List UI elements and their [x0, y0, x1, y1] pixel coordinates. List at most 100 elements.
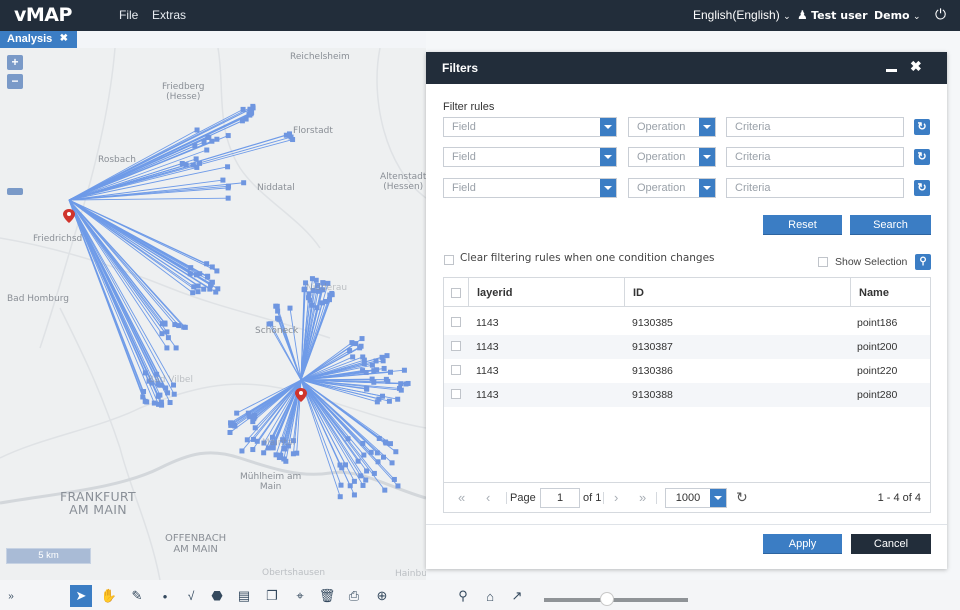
point-feature — [197, 160, 203, 166]
clear-rules-checkbox[interactable] — [444, 255, 454, 265]
dropdown-arrow-icon — [710, 489, 726, 507]
point-feature — [190, 290, 196, 296]
row-checkbox[interactable] — [451, 341, 461, 351]
zoom-slider-track[interactable] — [544, 598, 688, 602]
zoom-to-selection-icon[interactable]: ⚲ — [915, 254, 931, 270]
power-icon[interactable]: ⏻ — [935, 6, 946, 23]
field-select[interactable]: Field — [443, 178, 617, 198]
point-feature — [347, 483, 353, 489]
point-feature — [360, 440, 366, 446]
share-export-icon[interactable]: ↗ — [506, 585, 528, 607]
operation-select[interactable]: Operation — [628, 178, 716, 198]
show-selection-checkbox[interactable] — [818, 257, 828, 267]
cell-name: point220 — [857, 365, 898, 377]
dropdown-arrow-icon — [600, 179, 616, 197]
select-tool-icon[interactable]: ➤ — [70, 585, 92, 607]
first-page-icon[interactable]: « — [458, 490, 465, 505]
row-checkbox[interactable] — [451, 389, 461, 399]
zoom-in-button[interactable]: + — [7, 55, 23, 70]
user-menu[interactable]: ♟ Test user — [797, 8, 868, 22]
cell-layerid: 1143 — [476, 341, 499, 353]
field-select[interactable]: Field — [443, 117, 617, 137]
menu-file[interactable]: File — [119, 8, 138, 22]
point-feature — [290, 137, 296, 143]
record-summary: 1 - 4 of 4 — [877, 492, 921, 504]
pan-hand-icon[interactable]: ✋ — [98, 585, 120, 607]
point-feature — [375, 459, 381, 465]
zoom-level-handle[interactable] — [7, 188, 23, 195]
table-row[interactable]: 1143 9130387 point200 — [444, 335, 930, 359]
field-select[interactable]: Field — [443, 147, 617, 167]
home-icon[interactable]: ⌂ — [479, 585, 501, 607]
map-canvas[interactable]: Reichelsheim Friedberg (Hesse) Florstadt… — [0, 48, 426, 580]
point-feature — [358, 473, 364, 479]
point-feature — [273, 452, 279, 458]
table-row[interactable]: 1143 9130388 point280 — [444, 383, 930, 407]
point-feature — [209, 264, 215, 270]
point-feature — [204, 261, 210, 267]
draw-line-icon[interactable]: √ — [180, 585, 202, 607]
cancel-button[interactable]: Cancel — [851, 534, 931, 554]
reset-button[interactable]: Reset — [763, 215, 842, 235]
select-all-cell — [444, 278, 469, 307]
point-feature — [381, 365, 387, 371]
workspace-selector[interactable]: Demo ⌄ — [874, 8, 921, 22]
page-number-input[interactable]: 1 — [540, 488, 580, 508]
table-row[interactable]: 1143 9130385 point186 — [444, 311, 930, 335]
divider — [656, 492, 657, 504]
eraser-icon[interactable]: ✎ — [126, 585, 148, 607]
prev-page-icon[interactable]: ‹ — [486, 490, 490, 505]
column-header-id[interactable]: ID — [625, 278, 851, 307]
delete-trash-icon[interactable]: 🗑 — [316, 585, 338, 607]
close-tab-icon[interactable]: ✖ — [60, 33, 68, 44]
row-checkbox[interactable] — [451, 365, 461, 375]
copy-layer-icon[interactable]: ❐ — [261, 585, 283, 607]
point-feature — [369, 376, 375, 382]
print-icon[interactable]: ⎙ — [343, 585, 365, 607]
map-pin-icon[interactable]: ⌖ — [289, 585, 311, 607]
field-placeholder: Field — [452, 151, 476, 163]
point-feature — [379, 393, 385, 399]
minimize-icon[interactable] — [886, 60, 898, 74]
point-feature — [383, 376, 389, 382]
select-all-checkbox[interactable] — [451, 288, 461, 298]
point-feature — [165, 390, 171, 396]
operation-select[interactable]: Operation — [628, 147, 716, 167]
collapse-toolbar-icon[interactable]: » — [0, 585, 22, 607]
zoom-out-button[interactable]: − — [7, 74, 23, 89]
point-feature — [195, 283, 201, 289]
row-checkbox[interactable] — [451, 317, 461, 327]
zoom-magnifier-icon[interactable]: ⊕ — [371, 585, 393, 607]
reset-rule-icon[interactable]: ↻ — [914, 149, 930, 165]
marker-friedrichsdorf[interactable] — [63, 209, 75, 223]
close-icon[interactable]: ✖ — [910, 58, 922, 75]
column-header-name[interactable]: Name — [851, 278, 930, 307]
measure-ruler-icon[interactable]: ▤ — [233, 585, 255, 607]
table-row[interactable]: 1143 9130386 point220 — [444, 359, 930, 383]
point-feature — [208, 281, 214, 287]
point-feature — [214, 268, 220, 274]
language-selector[interactable]: English(English) ⌄ — [693, 8, 791, 22]
next-page-icon[interactable]: › — [614, 490, 618, 505]
point-feature — [225, 195, 231, 201]
reset-rule-icon[interactable]: ↻ — [914, 119, 930, 135]
menu-extras[interactable]: Extras — [152, 8, 186, 22]
point-feature — [176, 323, 182, 329]
draw-polygon-icon[interactable]: ⬣ — [206, 585, 228, 607]
draw-point-icon[interactable]: • — [154, 585, 176, 607]
criteria-input[interactable]: Criteria — [726, 147, 904, 167]
criteria-input[interactable]: Criteria — [726, 178, 904, 198]
apply-button[interactable]: Apply — [763, 534, 842, 554]
refresh-icon[interactable]: ↻ — [736, 489, 748, 506]
criteria-input[interactable]: Criteria — [726, 117, 904, 137]
column-header-layerid[interactable]: layerid — [469, 278, 625, 307]
search-icon[interactable]: ⚲ — [452, 585, 474, 607]
last-page-icon[interactable]: » — [639, 490, 646, 505]
operation-select[interactable]: Operation — [628, 117, 716, 137]
page-size-select[interactable]: 1000 — [665, 488, 727, 508]
search-button[interactable]: Search — [850, 215, 931, 235]
reset-rule-icon[interactable]: ↻ — [914, 180, 930, 196]
point-feature — [173, 345, 179, 351]
tab-analysis[interactable]: Analysis ✖ — [0, 31, 77, 48]
point-feature — [164, 345, 170, 351]
